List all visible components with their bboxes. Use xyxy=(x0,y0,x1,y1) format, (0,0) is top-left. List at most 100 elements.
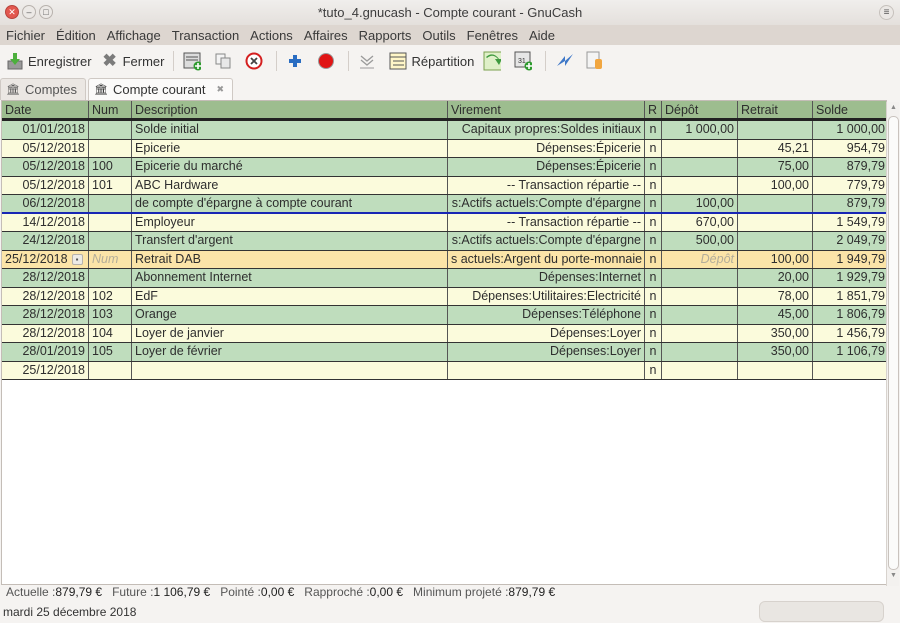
cell-num[interactable] xyxy=(89,121,132,139)
cell-virement[interactable]: -- Transaction répartie -- xyxy=(448,213,645,231)
cell-retrait[interactable]: 350,00 xyxy=(738,343,813,361)
cell-solde[interactable]: 1 106,79 xyxy=(813,343,886,361)
cell-virement[interactable]: Dépenses:Utilitaires:Electricité xyxy=(448,287,645,305)
cell-retrait[interactable]: 45,00 xyxy=(738,306,813,324)
enter-transaction-button[interactable] xyxy=(286,52,308,70)
cell-solde[interactable]: 1 806,79 xyxy=(813,306,886,324)
cell-retrait[interactable] xyxy=(738,195,813,212)
cell-solde[interactable]: 1 000,00 xyxy=(813,121,886,139)
cell-r[interactable]: n xyxy=(645,343,662,361)
cell-r[interactable]: n xyxy=(645,324,662,342)
menu-fichier[interactable]: Fichier xyxy=(6,28,45,43)
cell-virement[interactable]: -- Transaction répartie -- xyxy=(448,176,645,194)
table-row[interactable]: 14/12/2018 Employeur -- Transaction répart… xyxy=(2,213,886,232)
cell-date[interactable]: 01/01/2018 xyxy=(2,121,89,139)
cell-depot[interactable]: 670,00 xyxy=(662,213,738,231)
cell-virement[interactable]: Dépenses:Épicerie xyxy=(448,139,645,157)
cell-r[interactable]: n xyxy=(645,176,662,194)
cell-desc[interactable]: Solde initial xyxy=(132,121,448,139)
cell-depot[interactable] xyxy=(662,306,738,324)
col-header-description[interactable]: Description xyxy=(132,101,448,118)
cell-r[interactable]: n xyxy=(645,250,662,268)
table-row[interactable]: 01/01/2018 Solde initial Capitaux propres:… xyxy=(2,121,886,140)
cell-num[interactable] xyxy=(89,232,132,250)
cell-depot[interactable]: 500,00 xyxy=(662,232,738,250)
cell-r[interactable]: n xyxy=(645,287,662,305)
save-button[interactable]: Enregistrer xyxy=(6,52,92,70)
cell-depot[interactable]: Dépôt xyxy=(662,250,738,268)
table-row[interactable]: 06/12/2018 de compte d'épargne à compte c… xyxy=(2,195,886,214)
cell-r[interactable]: n xyxy=(645,232,662,250)
cell-depot[interactable] xyxy=(662,158,738,176)
col-header-solde[interactable]: Solde xyxy=(813,101,886,118)
cell-desc[interactable]: de compte d'épargne à compte courant xyxy=(132,195,448,212)
table-row[interactable]: 28/12/2018 104 Loyer de janvier Dépenses:Lo… xyxy=(2,324,886,343)
cell-retrait[interactable]: 45,21 xyxy=(738,139,813,157)
cell-num[interactable] xyxy=(89,139,132,157)
cell-num[interactable] xyxy=(89,269,132,287)
new-transaction-button[interactable] xyxy=(183,52,205,71)
cell-solde[interactable]: 779,79 xyxy=(813,177,886,195)
cell-solde[interactable]: 1 929,79 xyxy=(813,269,886,287)
cell-retrait[interactable]: 350,00 xyxy=(738,324,813,342)
cell-desc[interactable]: Epicerie xyxy=(132,139,448,157)
vertical-scrollbar[interactable]: ▲ ▼ xyxy=(886,102,899,586)
cell-date[interactable]: 14/12/2018 xyxy=(2,213,89,231)
jump-button[interactable] xyxy=(483,51,505,71)
cell-depot[interactable]: 100,00 xyxy=(662,195,738,212)
cell-solde[interactable]: 954,79 xyxy=(813,140,886,158)
cell-date[interactable]: 25/12/2018 xyxy=(2,361,89,379)
cell-num[interactable] xyxy=(89,361,132,379)
cell-depot[interactable] xyxy=(662,361,738,379)
minimize-window-button[interactable]: – xyxy=(22,5,36,19)
cell-desc[interactable]: Orange xyxy=(132,306,448,324)
cell-solde[interactable]: 879,79 xyxy=(813,195,886,212)
split-button[interactable]: Répartition xyxy=(389,52,474,70)
cell-desc[interactable]: Retrait DAB xyxy=(132,250,448,268)
table-row[interactable]: 05/12/2018 101 ABC Hardware -- Transaction … xyxy=(2,176,886,195)
cell-num[interactable] xyxy=(89,195,132,212)
scrollbar-thumb[interactable] xyxy=(888,116,899,570)
cell-solde[interactable]: 1 456,79 xyxy=(813,325,886,343)
table-row[interactable]: 05/12/2018 100 Epicerie du marché Dépenses:… xyxy=(2,158,886,177)
cell-desc[interactable]: Employeur xyxy=(132,213,448,231)
cell-date[interactable]: 05/12/2018 xyxy=(2,139,89,157)
cell-r[interactable]: n xyxy=(645,139,662,157)
tab-compte-courant[interactable]: 🏛 Compte courant ✖ xyxy=(88,78,234,100)
cancel-transaction-button[interactable] xyxy=(317,52,339,70)
table-row-blank[interactable]: 25/12/2018 n xyxy=(2,361,886,380)
cell-virement[interactable]: Dépenses:Loyer xyxy=(448,324,645,342)
close-window-button[interactable]: ✕ xyxy=(5,5,19,19)
menu-transaction[interactable]: Transaction xyxy=(172,28,239,43)
table-row[interactable]: 28/12/2018 Abonnement Internet Dépenses:In… xyxy=(2,269,886,288)
cell-date[interactable]: 28/01/2019 xyxy=(2,343,89,361)
cell-virement[interactable]: Dépenses:Téléphone xyxy=(448,306,645,324)
cell-retrait[interactable]: 78,00 xyxy=(738,287,813,305)
cell-date[interactable]: 24/12/2018 xyxy=(2,232,89,250)
cell-desc[interactable]: ABC Hardware xyxy=(132,176,448,194)
hamburger-menu-icon[interactable]: ≡ xyxy=(879,5,894,20)
cell-date[interactable]: 05/12/2018 xyxy=(2,158,89,176)
cell-num[interactable]: 100 xyxy=(89,158,132,176)
cell-retrait[interactable] xyxy=(738,232,813,250)
cell-retrait[interactable]: 100,00 xyxy=(738,250,813,268)
close-button[interactable]: ✖ Fermer xyxy=(101,51,164,70)
table-row[interactable]: 28/12/2018 102 EdF Dépenses:Utilitaires:Ele… xyxy=(2,287,886,306)
menu-aide[interactable]: Aide xyxy=(529,28,555,43)
date-picker-icon[interactable]: ▪ xyxy=(71,253,83,265)
reconcile-button[interactable] xyxy=(586,51,608,70)
cell-depot[interactable] xyxy=(662,176,738,194)
cell-desc[interactable]: EdF xyxy=(132,287,448,305)
menu-fenetres[interactable]: Fenêtres xyxy=(467,28,518,43)
cell-depot[interactable] xyxy=(662,269,738,287)
maximize-window-button[interactable]: □ xyxy=(39,5,53,19)
cell-r[interactable]: n xyxy=(645,213,662,231)
cell-solde[interactable] xyxy=(813,362,886,380)
menu-edition[interactable]: Édition xyxy=(56,28,96,43)
cell-r[interactable]: n xyxy=(645,158,662,176)
cell-depot[interactable] xyxy=(662,343,738,361)
cell-depot[interactable] xyxy=(662,324,738,342)
menu-rapports[interactable]: Rapports xyxy=(359,28,412,43)
cell-retrait[interactable] xyxy=(738,361,813,379)
cell-date[interactable]: 25/12/2018 ▪ xyxy=(2,250,89,268)
